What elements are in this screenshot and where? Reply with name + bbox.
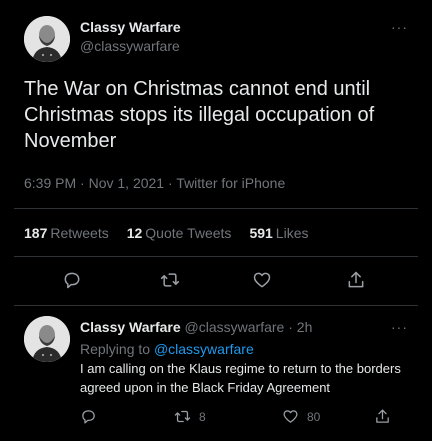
like-icon [283,410,298,423]
tweet-actions [0,266,432,300]
reply-header: Classy Warfare @classywarfare · 2h [80,319,312,335]
divider [14,208,418,209]
quotes-count: 12 [126,225,143,241]
reply-reply-button[interactable] [80,408,97,425]
replying-prefix: Replying to [80,341,151,357]
tweet-stats: 187 Retweets 12 Quote Tweets 591 Likes [24,225,308,241]
tweet-text: The War on Christmas cannot end until Ch… [24,78,375,152]
reply-age[interactable]: 2h [297,319,313,335]
share-button[interactable] [342,266,370,294]
avatar[interactable] [24,16,70,62]
reply-avatar[interactable] [24,316,70,362]
reply-separator: · [288,319,293,335]
reply-icon [64,272,80,289]
retweet-button[interactable] [156,266,184,294]
author-handle[interactable]: @classywarfare [80,38,180,54]
retweets-label: Retweets [50,225,109,241]
retweets-count: 187 [24,225,48,241]
more-options-icon[interactable]: ··· [391,20,408,34]
reply-more-options-icon[interactable]: ··· [391,320,408,334]
author-name[interactable]: Classy Warfare [80,19,181,35]
reply-author-name[interactable]: Classy Warfare [80,319,181,335]
quotes-label: Quote Tweets [145,225,232,241]
replying-to: Replying to @classywarfare [80,341,254,357]
tweet-date[interactable]: Nov 1, 2021 [89,175,165,191]
tweet-source[interactable]: Twitter for iPhone [176,175,285,191]
reply-icon [82,410,95,424]
tweet-time[interactable]: 6:39 PM [24,175,76,191]
like-icon [253,272,271,288]
like-button[interactable] [248,266,276,294]
reply-likes-count: 80 [307,409,321,424]
divider [14,305,418,306]
reply-retweets-count: 8 [199,409,206,424]
reply-actions: 8 80 [0,408,432,430]
share-icon [348,271,364,288]
reply-button[interactable] [58,266,86,294]
reply-share-button[interactable] [374,408,391,425]
retweet-icon [160,273,180,287]
quotes-stat[interactable]: 12 Quote Tweets [127,225,232,241]
reply-retweet-button[interactable]: 8 [174,408,206,425]
retweet-icon [174,410,191,423]
tweet-meta: 6:39 PM · Nov 1, 2021 · Twitter for iPho… [24,175,286,191]
reply-like-button[interactable]: 80 [282,408,320,425]
reply-author-handle[interactable]: @classywarfare [185,319,285,335]
likes-label: Likes [275,225,309,241]
replying-mention[interactable]: @classywarfare [154,341,254,357]
retweets-stat[interactable]: 187 Retweets [24,225,109,241]
divider [14,256,418,257]
reply-text: I am calling on the Klaus regime to retu… [80,361,401,395]
share-icon [376,409,389,423]
likes-count: 591 [249,225,273,241]
likes-stat[interactable]: 591 Likes [249,225,308,241]
